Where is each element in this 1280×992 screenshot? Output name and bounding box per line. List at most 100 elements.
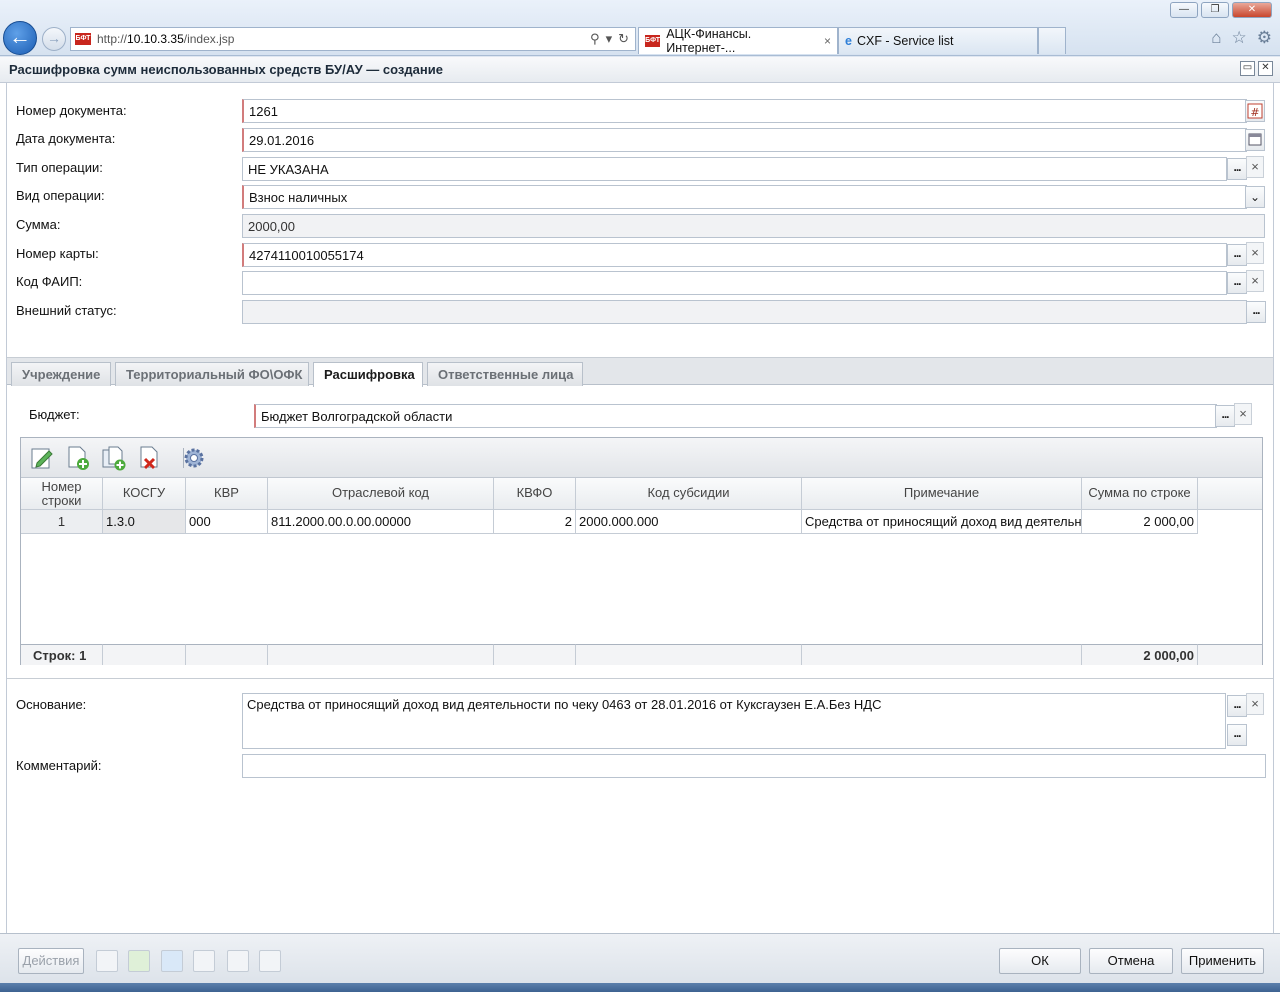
restore-button[interactable]: ❐	[1201, 2, 1229, 18]
op-kind-label: Вид операции:	[16, 188, 105, 203]
tab-strip: Учреждение Территориальный ФО\ОФК Расшиф…	[7, 357, 1273, 387]
faip-select-button[interactable]: ...	[1227, 272, 1247, 294]
op-kind-select[interactable]: Взнос наличных	[242, 185, 1247, 209]
card-clear-icon[interactable]: ×	[1246, 242, 1264, 264]
col-header-row-bottom: строки	[41, 493, 82, 508]
grid-toolbar	[21, 438, 1262, 478]
search-icon[interactable]: ⚲	[590, 31, 600, 47]
op-type-clear-icon[interactable]: ×	[1246, 156, 1264, 178]
col-header-row-number[interactable]: Номер строки	[21, 478, 103, 510]
basis-edit-button[interactable]: ...	[1227, 724, 1247, 746]
dropdown-arrow-icon[interactable]: ▾	[606, 31, 613, 47]
doc-date-input[interactable]: 29.01.2016	[242, 128, 1247, 152]
ext-status-label: Внешний статус:	[16, 303, 117, 318]
window-controls: — ❐ ✕	[1170, 2, 1272, 18]
tab-responsible[interactable]: Ответственные лица	[427, 362, 583, 386]
close-window-button[interactable]: ✕	[1232, 2, 1272, 18]
settings-gear-icon[interactable]: ⚙	[1257, 28, 1272, 48]
site-favicon-icon: БФТ	[645, 35, 661, 47]
op-type-input[interactable]: НЕ УКАЗАНА	[242, 157, 1227, 181]
grid-footer-cell	[186, 644, 268, 665]
refresh-icon[interactable]	[161, 950, 183, 972]
col-header-note[interactable]: Примечание	[802, 478, 1082, 510]
budget-select-button[interactable]: ...	[1215, 405, 1235, 427]
tab-institution[interactable]: Учреждение	[11, 362, 111, 386]
browser-tab-label: АЦК-Финансы. Интернет-...	[666, 27, 752, 55]
tab-breakdown[interactable]: Расшифровка	[313, 362, 423, 387]
new-tab-button[interactable]	[1038, 27, 1066, 54]
ie-logo-icon: e	[845, 34, 852, 48]
doc-number-input[interactable]: 1261	[242, 99, 1247, 123]
forward-arrow-icon[interactable]: →	[42, 27, 66, 51]
calendar-icon[interactable]	[1245, 129, 1265, 151]
window-titlebar: Расшифровка сумм неиспользованных средст…	[0, 57, 1280, 83]
print-icon[interactable]	[193, 950, 215, 972]
favorites-star-icon[interactable]: ☆	[1232, 28, 1247, 48]
table-cell-branch-code[interactable]: 811.2000.00.0.00.00000	[268, 510, 494, 534]
export-icon[interactable]	[128, 950, 150, 972]
delete-row-icon[interactable]	[137, 445, 163, 471]
link-icon[interactable]	[259, 950, 281, 972]
col-header-kvfo[interactable]: КВФО	[494, 478, 576, 510]
card-number-label: Номер карты:	[16, 246, 99, 261]
table-cell-note[interactable]: Средства от приносящий доход вид деятель…	[802, 510, 1082, 534]
actions-button[interactable]: Действия	[18, 948, 84, 974]
refresh-icon[interactable]: ↻	[618, 31, 629, 47]
budget-input[interactable]: Бюджет Волгоградской области	[254, 404, 1217, 428]
ext-status-button[interactable]: ...	[1246, 301, 1266, 323]
minimize-button[interactable]: —	[1170, 2, 1198, 18]
col-header-row-sum[interactable]: Сумма по строке	[1082, 478, 1198, 510]
browser-tab-acc[interactable]: БФТ АЦК-Финансы. Интернет-... ×	[638, 27, 838, 55]
home-icon[interactable]: ⌂	[1211, 28, 1221, 48]
browser-tab-cxf[interactable]: e CXF - Service list	[838, 27, 1038, 54]
col-header-branch-code[interactable]: Отраслевой код	[268, 478, 494, 510]
card-number-input[interactable]: 4274110010055174	[242, 243, 1227, 267]
basis-select-button[interactable]: ...	[1227, 695, 1247, 717]
maximize-icon[interactable]: ▭	[1240, 61, 1255, 76]
table-cell-subsidy-code[interactable]: 2000.000.000	[576, 510, 802, 534]
back-arrow-icon[interactable]: ←	[3, 21, 37, 55]
document-icon[interactable]	[96, 950, 118, 972]
tab-panel-breakdown: Бюджет: Бюджет Волгоградской области ...…	[7, 385, 1273, 679]
ok-button[interactable]: ОК	[999, 948, 1081, 974]
grid-footer-cell	[1198, 644, 1262, 665]
url-host: 10.10.3.35	[127, 32, 184, 46]
budget-clear-icon[interactable]: ×	[1234, 403, 1252, 425]
faip-code-input[interactable]	[242, 271, 1227, 295]
faip-clear-icon[interactable]: ×	[1246, 270, 1264, 292]
close-icon[interactable]: ✕	[1258, 61, 1273, 76]
col-header-subsidy-code[interactable]: Код субсидии	[576, 478, 802, 510]
close-tab-icon[interactable]: ×	[824, 34, 831, 48]
doc-date-label: Дата документа:	[16, 131, 116, 146]
cancel-button[interactable]: Отмена	[1089, 948, 1173, 974]
add-row-icon[interactable]	[65, 445, 91, 471]
number-generator-icon[interactable]: #	[1245, 100, 1265, 122]
attachment-icon[interactable]	[227, 950, 249, 972]
table-cell-kosgu[interactable]: 1.3.0	[103, 510, 186, 534]
grid-footer-cell	[802, 644, 1082, 665]
tab-territorial-fo[interactable]: Территориальный ФО\ОФК	[115, 362, 309, 386]
card-select-button[interactable]: ...	[1227, 244, 1247, 266]
col-header-kvr[interactable]: КВР	[186, 478, 268, 510]
chevron-down-icon[interactable]: ⌄	[1245, 186, 1265, 208]
col-header-kosgu[interactable]: КОСГУ	[103, 478, 186, 510]
basis-textarea[interactable]: Средства от приносящий доход вид деятель…	[242, 693, 1226, 749]
op-type-label: Тип операции:	[16, 160, 103, 175]
op-type-select-button[interactable]: ...	[1227, 158, 1247, 180]
table-cell-kvr[interactable]: 000	[186, 510, 268, 534]
address-url[interactable]: http://10.10.3.35/index.jsp	[97, 32, 590, 46]
basis-clear-icon[interactable]: ×	[1246, 693, 1264, 715]
copy-row-icon[interactable]	[101, 445, 127, 471]
table-row-number[interactable]: 1	[21, 510, 103, 534]
grid-footer-cell	[576, 644, 802, 665]
table-cell-row-sum[interactable]: 2 000,00	[1082, 510, 1198, 534]
ext-status-field	[242, 300, 1247, 324]
apply-button[interactable]: Применить	[1181, 948, 1264, 974]
edit-row-icon[interactable]	[29, 445, 55, 471]
comment-input[interactable]	[242, 754, 1266, 778]
faip-code-label: Код ФАИП:	[16, 274, 83, 289]
address-bar[interactable]: БФТ http://10.10.3.35/index.jsp ⚲ ▾ ↻	[70, 27, 636, 51]
table-cell-kvfo[interactable]: 2	[494, 510, 576, 534]
grid-settings-gear-icon[interactable]	[181, 445, 207, 471]
os-taskbar	[0, 983, 1280, 992]
